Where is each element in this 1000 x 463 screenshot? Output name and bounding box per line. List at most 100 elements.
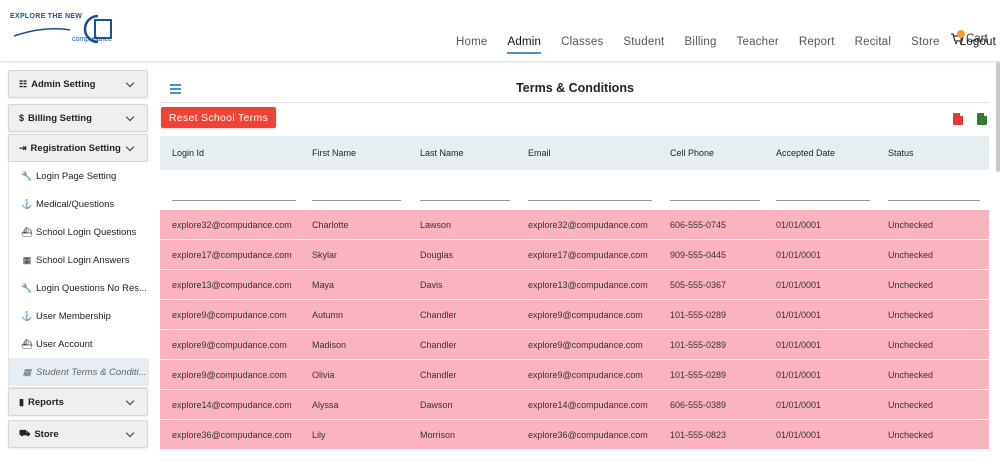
cell-cell-phone: 505-555-0367 [670, 280, 727, 290]
column-header-first-name[interactable]: First Name [312, 148, 356, 158]
column-header-email[interactable]: Email [528, 148, 551, 158]
sidebar-section-store[interactable]: ⛟ Store [8, 420, 148, 448]
page-scrollbar[interactable] [996, 62, 1000, 172]
chevron-down-icon [125, 78, 135, 88]
cell-status: Unchecked [888, 340, 934, 350]
column-header-last-name[interactable]: Last Name [420, 148, 464, 158]
column-header-accepted-date[interactable]: Accepted Date [776, 148, 835, 158]
sidebar-item-label: School Login Answers [36, 254, 130, 266]
nav-student[interactable]: Student [623, 36, 664, 54]
cell-status: Unchecked [888, 400, 934, 410]
sidebar-item-user-membership[interactable]: ⚓ User Membership [9, 302, 149, 330]
cell-email: explore9@compudance.com [528, 340, 643, 350]
filter-row [160, 170, 989, 210]
sidebar-item-student-terms-conditions[interactable]: ▦ Student Terms & Conditi... [9, 358, 149, 386]
cell-email: explore36@compudance.com [528, 430, 648, 440]
cell-login-id: explore9@compudance.com [172, 340, 287, 350]
table-body: explore32@compudance.com Charlotte Lawson e… [160, 210, 989, 450]
cell-status: Unchecked [888, 220, 934, 230]
cell-first-name: Maya [312, 280, 335, 290]
filter-input-accepted-date[interactable] [776, 200, 870, 201]
cell-last-name: Morrison [420, 430, 456, 440]
filter-input-last-name[interactable] [420, 200, 510, 201]
anchor-icon: ⚓ [21, 198, 33, 209]
column-header-login-id[interactable]: Login Id [172, 148, 204, 158]
cell-accepted-date: 01/01/0001 [776, 400, 822, 410]
sidebar-section-admin-setting[interactable]: ☷ Admin Setting [8, 70, 148, 98]
table-row[interactable]: explore9@compudance.com Olivia Chandler exp… [160, 360, 989, 390]
table-row[interactable]: explore32@compudance.com Charlotte Lawson e… [160, 210, 989, 240]
nav-home[interactable]: Home [456, 36, 487, 54]
logo-letters-icon [83, 14, 112, 44]
sidebar-section-registration-setting[interactable]: ⇥ Registration Setting [8, 134, 148, 162]
table-row[interactable]: explore36@compudance.com Lily Morrison expl… [160, 420, 989, 450]
filter-input-login-id[interactable] [172, 200, 296, 201]
cell-login-id: explore14@compudance.com [172, 400, 292, 410]
nav-store[interactable]: Store [911, 36, 940, 54]
cell-email: explore14@compudance.com [528, 400, 648, 410]
cart-button[interactable]: Cart [950, 30, 988, 45]
sidebar-item-login-page-setting[interactable]: 🔧 Login Page Setting [9, 162, 149, 190]
filter-input-email[interactable] [528, 200, 652, 201]
cell-cell-phone: 101-555-0289 [670, 340, 727, 350]
table-header: Login Id First Name Last Name Email Cell… [160, 136, 989, 170]
pdf-export-icon[interactable] [953, 113, 963, 125]
sidebar-item-login-questions-no-response[interactable]: 🔧 Login Questions No Res... [9, 274, 149, 302]
table-row[interactable]: explore13@compudance.com Maya Davis explore… [160, 270, 989, 300]
cell-email: explore32@compudance.com [528, 220, 648, 230]
cell-first-name: Lily [312, 430, 326, 440]
sidebar-item-label: User Account [36, 338, 93, 350]
cart-icon: ⛟ [19, 428, 31, 438]
sidebar-item-label: School Login Questions [36, 226, 137, 238]
compudance-logo[interactable]: EXPLORE THE NEW compudance [10, 10, 120, 50]
cell-email: explore9@compudance.com [528, 310, 643, 320]
sidebar-section-label: Reports [27, 396, 64, 408]
cell-cell-phone: 606-555-0745 [670, 220, 727, 230]
cell-login-id: explore13@compudance.com [172, 280, 292, 290]
cell-email: explore17@compudance.com [528, 250, 648, 260]
column-header-status[interactable]: Status [888, 148, 914, 158]
sidebar-item-school-login-answers[interactable]: ▦ School Login Answers [9, 246, 149, 274]
sidebar-section-billing-setting[interactable]: $ Billing Setting [8, 104, 148, 132]
main-nav: Home Admin Classes Student Billing Teach… [456, 36, 1000, 54]
table-row[interactable]: explore14@compudance.com Alyssa Dawson expl… [160, 390, 989, 420]
table-row[interactable]: explore9@compudance.com Madison Chandler ex… [160, 330, 989, 360]
reset-school-terms-button[interactable]: Reset School Terms [161, 107, 276, 128]
nav-teacher[interactable]: Teacher [737, 36, 779, 54]
nav-classes[interactable]: Classes [561, 36, 603, 54]
sidebar-item-user-account[interactable]: ⛴ User Account [9, 330, 149, 358]
filter-input-first-name[interactable] [312, 200, 401, 201]
anchor-icon: ⚓ [21, 310, 33, 321]
nav-recital[interactable]: Recital [855, 36, 892, 54]
registration-submenu: 🔧 Login Page Setting ⚓ Medical/Questions… [8, 162, 149, 388]
sidebar-item-label: User Membership [36, 310, 111, 322]
filter-input-status[interactable] [888, 200, 980, 201]
cell-status: Unchecked [888, 370, 934, 380]
cell-last-name: Davis [420, 280, 443, 290]
sidebar-item-school-login-questions[interactable]: ⛴ School Login Questions [9, 218, 149, 246]
sidebar-section-label: Billing Setting [28, 112, 92, 124]
cell-last-name: Chandler [420, 310, 457, 320]
excel-export-icon[interactable] [977, 113, 987, 125]
chevron-down-icon [125, 428, 135, 438]
cell-first-name: Olivia [312, 370, 335, 380]
cell-login-id: explore9@compudance.com [172, 370, 287, 380]
cell-accepted-date: 01/01/0001 [776, 340, 822, 350]
table-row[interactable]: explore17@compudance.com Skylar Douglas exp… [160, 240, 989, 270]
cell-status: Unchecked [888, 430, 934, 440]
cell-last-name: Chandler [420, 340, 457, 350]
nav-admin[interactable]: Admin [507, 36, 542, 54]
sidebar-section-reports[interactable]: ▮ Reports [8, 388, 148, 416]
nav-report[interactable]: Report [799, 36, 835, 54]
nav-billing[interactable]: Billing [684, 36, 716, 54]
wrench-icon: 🔧 [21, 170, 33, 181]
cell-first-name: Charlotte [312, 220, 349, 230]
filter-input-cell-phone[interactable] [670, 200, 760, 201]
logo-brand: compudance [72, 36, 113, 43]
cell-cell-phone: 909-555-0445 [670, 250, 727, 260]
chevron-down-icon [125, 142, 135, 152]
table-row[interactable]: explore9@compudance.com Autumn Chandler exp… [160, 300, 989, 330]
cell-login-id: explore32@compudance.com [172, 220, 292, 230]
sidebar-item-medical-questions[interactable]: ⚓ Medical/Questions [9, 190, 149, 218]
column-header-cell-phone[interactable]: Cell Phone [670, 148, 714, 158]
